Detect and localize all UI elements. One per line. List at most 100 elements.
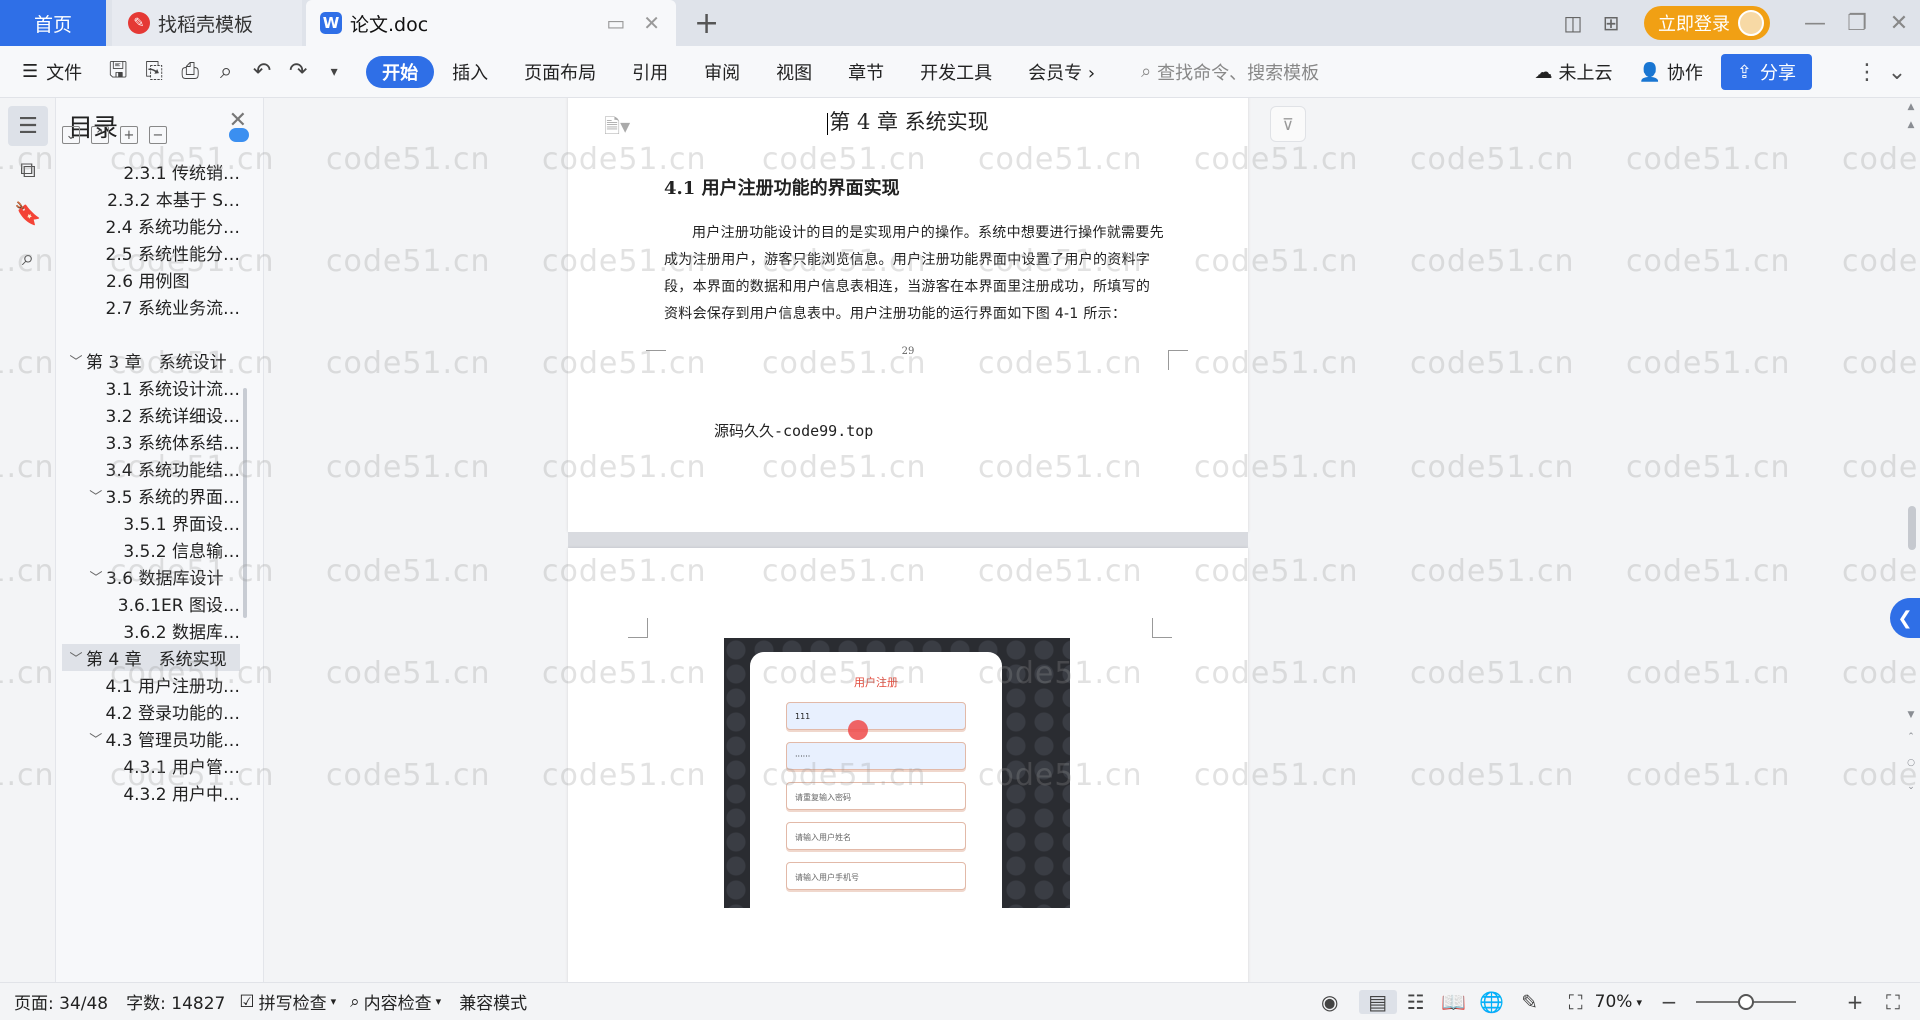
remove-heading-icon[interactable]: − (149, 126, 167, 144)
save-icon[interactable]: 🖫 (100, 53, 136, 91)
toc-item[interactable]: 3.6.2 数据库… (62, 617, 240, 644)
vertical-scrollbar[interactable]: ▲ ▲ ▼ ⌃ ○ ⌄ (1902, 98, 1920, 982)
tab-template[interactable]: ✎ 找稻壳模板 (112, 0, 302, 46)
tab-document[interactable]: W 论文.doc ▭ ✕ (306, 0, 676, 46)
toc-item[interactable]: ﹀ 第 3 章 系统设计 (62, 347, 240, 374)
fullscreen-icon[interactable]: ⛶ (1874, 990, 1912, 1014)
tab-member[interactable]: 会员专 › (1010, 59, 1113, 85)
tab-references[interactable]: 引用 (614, 59, 686, 85)
embedded-screenshot[interactable]: 用户注册 111 ······ 请重复输入密码 请输入用户姓名 请输入用户手机号 (724, 638, 1070, 908)
new-tab-button[interactable]: + (694, 6, 719, 41)
side-panel-toggle-icon[interactable]: ❮ (1890, 598, 1920, 638)
tab-insert[interactable]: 插入 (434, 59, 506, 85)
scroll-up-icon[interactable]: ▲ (1906, 102, 1916, 112)
toc-item[interactable]: 3.2 系统详细设… (62, 401, 240, 428)
print-preview-icon[interactable]: ⌕ (208, 59, 244, 84)
fit-page-icon[interactable]: ⛶ (1557, 990, 1595, 1014)
toc-item[interactable]: 4.3.2 用户中… (62, 779, 240, 806)
toc-item[interactable]: ﹀ 3.6 数据库设计 (62, 563, 240, 590)
chevron-down-icon[interactable]: ﹀ (86, 729, 106, 748)
toc-item[interactable]: 3.5.2 信息输… (62, 536, 240, 563)
zoom-slider[interactable] (1696, 994, 1796, 1010)
scroll-down-icon[interactable]: ▼ (1906, 710, 1916, 720)
toc-panel-icon[interactable]: ☰ (8, 106, 48, 146)
zoom-out-icon[interactable]: − (1650, 990, 1688, 1014)
toc-item[interactable]: 2.5 系统性能分… (62, 239, 240, 266)
prev-page-icon[interactable]: ⌃ (1906, 732, 1916, 742)
export-icon[interactable]: ⎘ (136, 59, 172, 84)
minimize-icon[interactable]: — (1794, 11, 1836, 36)
tab-review[interactable]: 审阅 (686, 59, 758, 85)
spell-check-button[interactable]: ☑ 拼写检查 ▾ (239, 989, 336, 1015)
restore-icon[interactable]: ❐ (1836, 11, 1878, 36)
toc-item[interactable]: 2.3.1 传统销… (62, 158, 240, 185)
zoom-dropdown[interactable]: 70% ▾ (1595, 992, 1642, 1012)
page-up-icon[interactable]: ▲ (1906, 120, 1916, 130)
file-menu[interactable]: ☰ 文件 (22, 59, 82, 85)
command-search-input[interactable]: ⌕ 查找命令、搜索模板 (1141, 59, 1319, 85)
toc-item[interactable]: 2.6 用例图 (62, 266, 240, 293)
next-page-icon[interactable]: ⌄ (1906, 782, 1916, 792)
layout-icon[interactable]: ◫ (1554, 11, 1592, 35)
page-view-icon[interactable]: ▤ (1358, 990, 1397, 1014)
bookmark-icon[interactable]: 🔖 (8, 194, 48, 234)
toc-item[interactable]: 3.4 系统功能结… (62, 455, 240, 482)
print-icon[interactable]: ⎙ (172, 59, 208, 84)
toc-scrollbar[interactable] (243, 388, 247, 618)
eye-protection-icon[interactable]: ◉ (1311, 990, 1349, 1014)
toc-item[interactable]: 2.3.2 本基于 S… (62, 185, 240, 212)
filter-icon[interactable]: ⊽ (1270, 106, 1306, 142)
pen-icon[interactable]: ✎ (1511, 990, 1549, 1014)
chevron-down-icon[interactable]: ▾ (316, 64, 352, 80)
toc-item[interactable]: 3.5.1 界面设… (62, 509, 240, 536)
collapse-ribbon-icon[interactable]: ⌄ (1882, 60, 1912, 85)
redo-icon[interactable]: ↷ (280, 59, 316, 84)
tab-home[interactable]: 首页 (0, 0, 106, 46)
add-heading-icon[interactable]: + (120, 126, 138, 144)
zoom-slider-knob[interactable] (1738, 994, 1754, 1010)
tab-view[interactable]: 视图 (758, 59, 830, 85)
ai-assistant-icon[interactable] (229, 128, 249, 142)
expand-down-icon[interactable]: ⌄ (62, 126, 80, 144)
chevron-down-icon[interactable]: ﹀ (66, 648, 86, 667)
close-tab-icon[interactable]: ✕ (643, 11, 660, 35)
toc-item[interactable]: 3.3 系统体系结… (62, 428, 240, 455)
word-count[interactable]: 字数: 14827 (126, 989, 225, 1014)
outline-icon[interactable]: ⧉ (8, 150, 48, 190)
outline-view-icon[interactable]: ☷ (1397, 990, 1435, 1014)
share-button[interactable]: ⇪ 分享 (1720, 54, 1812, 90)
reading-view-icon[interactable]: 📖 (1435, 990, 1473, 1014)
toc-item[interactable]: 2.4 系统功能分… (62, 212, 240, 239)
login-button[interactable]: 立即登录 (1644, 6, 1770, 40)
page-count[interactable]: 页面: 34/48 (14, 989, 108, 1014)
tab-section[interactable]: 章节 (830, 59, 902, 85)
toc-item[interactable]: ﹀ 4.3 管理员功能… (62, 725, 240, 752)
toc-item[interactable]: 4.2 登录功能的… (62, 698, 240, 725)
monitor-icon[interactable]: ▭ (606, 11, 625, 35)
find-icon[interactable]: ⌕ (8, 238, 48, 278)
collaborate-button[interactable]: 👤 协作 (1638, 59, 1702, 85)
chevron-down-icon[interactable]: ﹀ (66, 351, 86, 370)
toc-item[interactable]: 4.1 用户注册功… (62, 671, 240, 698)
close-window-icon[interactable]: ✕ (1878, 11, 1920, 36)
zoom-in-icon[interactable]: + (1836, 990, 1874, 1014)
toc-item[interactable]: 4.3.1 用户管… (62, 752, 240, 779)
select-browse-icon[interactable]: ○ (1906, 758, 1916, 768)
chevron-down-icon[interactable]: ﹀ (86, 486, 106, 505)
tab-start[interactable]: 开始 (366, 55, 435, 88)
grid-apps-icon[interactable]: ⊞ (1592, 11, 1630, 35)
toc-item[interactable]: 2.7 系统业务流… (62, 293, 240, 320)
more-options-icon[interactable]: ⋮ (1852, 60, 1882, 85)
collapse-up-icon[interactable]: ⌃ (91, 126, 109, 144)
undo-icon[interactable]: ↶ (244, 59, 280, 84)
toc-item[interactable]: 3.6.1ER 图设… (62, 590, 240, 617)
cloud-status-button[interactable]: ☁ 未上云 (1534, 59, 1612, 85)
content-check-button[interactable]: ⌕ 内容检查 ▾ (350, 989, 441, 1015)
toc-item[interactable]: 3.1 系统设计流… (62, 374, 240, 401)
toc-item[interactable]: ﹀ 3.5 系统的界面… (62, 482, 240, 509)
scroll-thumb[interactable] (1908, 506, 1916, 550)
web-view-icon[interactable]: 🌐 (1473, 990, 1511, 1014)
chevron-down-icon[interactable]: ﹀ (86, 567, 106, 586)
tab-developer[interactable]: 开发工具 (902, 59, 1010, 85)
tab-page-layout[interactable]: 页面布局 (506, 59, 614, 85)
